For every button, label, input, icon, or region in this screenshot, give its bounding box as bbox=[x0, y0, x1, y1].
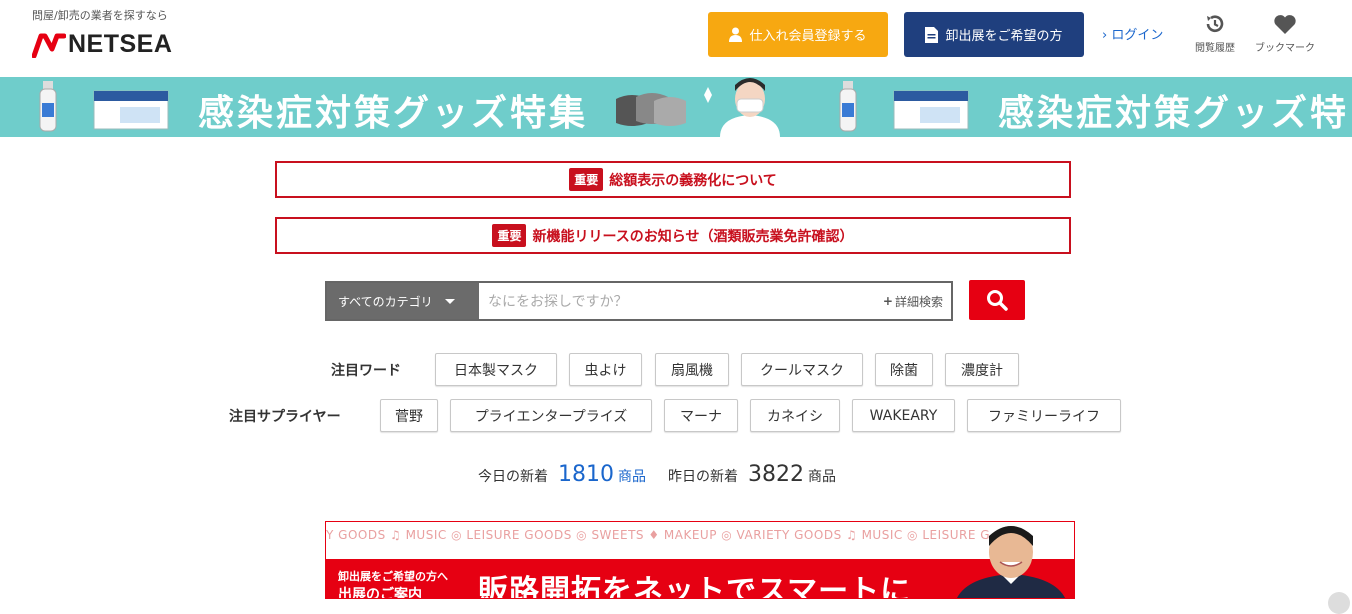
featured-supplier-chip[interactable]: プライエンタープライズ bbox=[450, 399, 652, 432]
featured-supplier-chip[interactable]: カネイシ bbox=[750, 399, 840, 432]
today-unit[interactable]: 商品 bbox=[618, 466, 646, 486]
document-icon bbox=[925, 26, 939, 43]
featured-words-label: 注目ワード bbox=[331, 363, 401, 379]
category-select-label: すべてのカテゴリ bbox=[338, 294, 433, 309]
history-label: 閲覧履歴 bbox=[1195, 43, 1235, 54]
featured-word-chip[interactable]: 濃度計 bbox=[945, 353, 1019, 386]
yesterday-count: 3822 bbox=[748, 462, 804, 487]
heart-icon bbox=[1274, 15, 1296, 34]
important-notice-2[interactable]: 重要 新機能リリースのお知らせ（酒類販売業免許確認） bbox=[275, 217, 1071, 254]
sanitizer-bottle-icon bbox=[39, 81, 57, 132]
sanitizer-bottle-icon-2 bbox=[839, 81, 857, 132]
category-select[interactable]: すべてのカテゴリ bbox=[327, 283, 479, 319]
caret-down-icon bbox=[444, 298, 455, 304]
today-label: 今日の新着 bbox=[478, 469, 548, 485]
important-tag: 重要 bbox=[569, 168, 604, 191]
today-count[interactable]: 1810 bbox=[558, 462, 614, 487]
featured-word-chip[interactable]: 扇風機 bbox=[655, 353, 729, 386]
cloth-masks-icon bbox=[616, 93, 686, 126]
banner-title-repeat: 感染症対策グッズ特 bbox=[998, 93, 1350, 134]
scroll-to-top-button[interactable] bbox=[1328, 592, 1350, 614]
search-bar: すべてのカテゴリ なにをお探しですか？ + 詳細検索 bbox=[325, 281, 953, 321]
important-tag: 重要 bbox=[492, 224, 527, 247]
search-icon bbox=[987, 290, 1008, 311]
logo-text: NETSEA bbox=[68, 30, 173, 58]
featured-supplier-chip[interactable]: 菅野 bbox=[380, 399, 438, 432]
search-placeholder: なにをお探しですか？ bbox=[488, 294, 628, 310]
member-register-button[interactable]: 仕入れ会員登録する bbox=[708, 12, 888, 57]
bookmark-label: ブックマーク bbox=[1255, 43, 1315, 54]
browsing-history-button[interactable]: 閲覧履歴 bbox=[1185, 13, 1245, 54]
exhibit-apply-label: 卸出展をご希望の方 bbox=[945, 29, 1063, 44]
login-link[interactable]: › ログイン bbox=[1102, 24, 1163, 43]
important-notice-1[interactable]: 重要 総額表示の義務化について bbox=[275, 161, 1071, 198]
ad-category-strip: Y GOODS ♫ MUSIC ◎ LEISURE GOODS ◎ SWEETS… bbox=[326, 528, 991, 542]
member-register-label: 仕入れ会員登録する bbox=[749, 29, 867, 44]
exhibitor-ad-banner[interactable]: Y GOODS ♫ MUSIC ◎ LEISURE GOODS ◎ SWEETS… bbox=[325, 521, 1075, 599]
search-input[interactable]: なにをお探しですか？ bbox=[479, 283, 883, 319]
featured-supplier-chip[interactable]: マーナ bbox=[664, 399, 738, 432]
user-icon bbox=[729, 27, 743, 42]
featured-supplier-chip[interactable]: ファミリーライフ bbox=[967, 399, 1121, 432]
exhibit-apply-button[interactable]: 卸出展をご希望の方 bbox=[904, 12, 1084, 57]
netsea-logo-icon bbox=[32, 33, 66, 58]
new-arrivals-stats: 今日の新着 1810 商品 昨日の新着 3822 商品 bbox=[478, 462, 836, 487]
ad-headline: 販路開拓をネットでスマートに bbox=[478, 574, 912, 599]
plus-icon: + bbox=[882, 294, 893, 308]
featured-supplier-chip[interactable]: WAKEARY bbox=[852, 399, 955, 432]
history-icon bbox=[1206, 15, 1224, 33]
login-label: ログイン bbox=[1111, 28, 1164, 43]
featured-suppliers-label: 注目サプライヤー bbox=[229, 409, 341, 425]
featured-word-chip[interactable]: 除菌 bbox=[875, 353, 933, 386]
advanced-search-label: 詳細検索 bbox=[894, 294, 943, 309]
yesterday-label: 昨日の新着 bbox=[668, 469, 738, 485]
ad-subtitle: 卸出展をご希望の方へ bbox=[338, 570, 448, 583]
ad-person-icon bbox=[957, 526, 1065, 598]
mask-box-icon-2 bbox=[893, 90, 969, 130]
advanced-search-link[interactable]: + 詳細検索 bbox=[883, 283, 951, 319]
banner-title: 感染症対策グッズ特集 bbox=[198, 93, 589, 134]
ad-subtitle-2: 出展のご案内 bbox=[338, 587, 422, 599]
featured-word-chip[interactable]: 日本製マスク bbox=[435, 353, 557, 386]
search-button[interactable] bbox=[969, 280, 1025, 320]
notice-text: 総額表示の義務化について bbox=[609, 172, 777, 189]
chevron-right-icon: › bbox=[1102, 28, 1108, 43]
site-logo[interactable]: NETSEA bbox=[32, 30, 172, 59]
promo-banner[interactable]: 感染症対策グッズ特集 感染症対策グッズ特 bbox=[0, 77, 1352, 137]
notice-text: 新機能リリースのお知らせ（酒類販売業免許確認） bbox=[532, 228, 854, 245]
site-tagline: 問屋/卸売の業者を探すなら bbox=[32, 9, 168, 22]
featured-word-chip[interactable]: 虫よけ bbox=[569, 353, 642, 386]
masked-person-icon bbox=[704, 78, 780, 137]
bookmark-button[interactable]: ブックマーク bbox=[1255, 13, 1315, 54]
site-header: 問屋/卸売の業者を探すなら NETSEA 仕入れ会員登録する 卸出展をご希望の方… bbox=[0, 0, 1352, 77]
featured-word-chip[interactable]: クールマスク bbox=[741, 353, 863, 386]
yesterday-unit: 商品 bbox=[808, 469, 836, 485]
mask-box-icon bbox=[93, 90, 169, 130]
